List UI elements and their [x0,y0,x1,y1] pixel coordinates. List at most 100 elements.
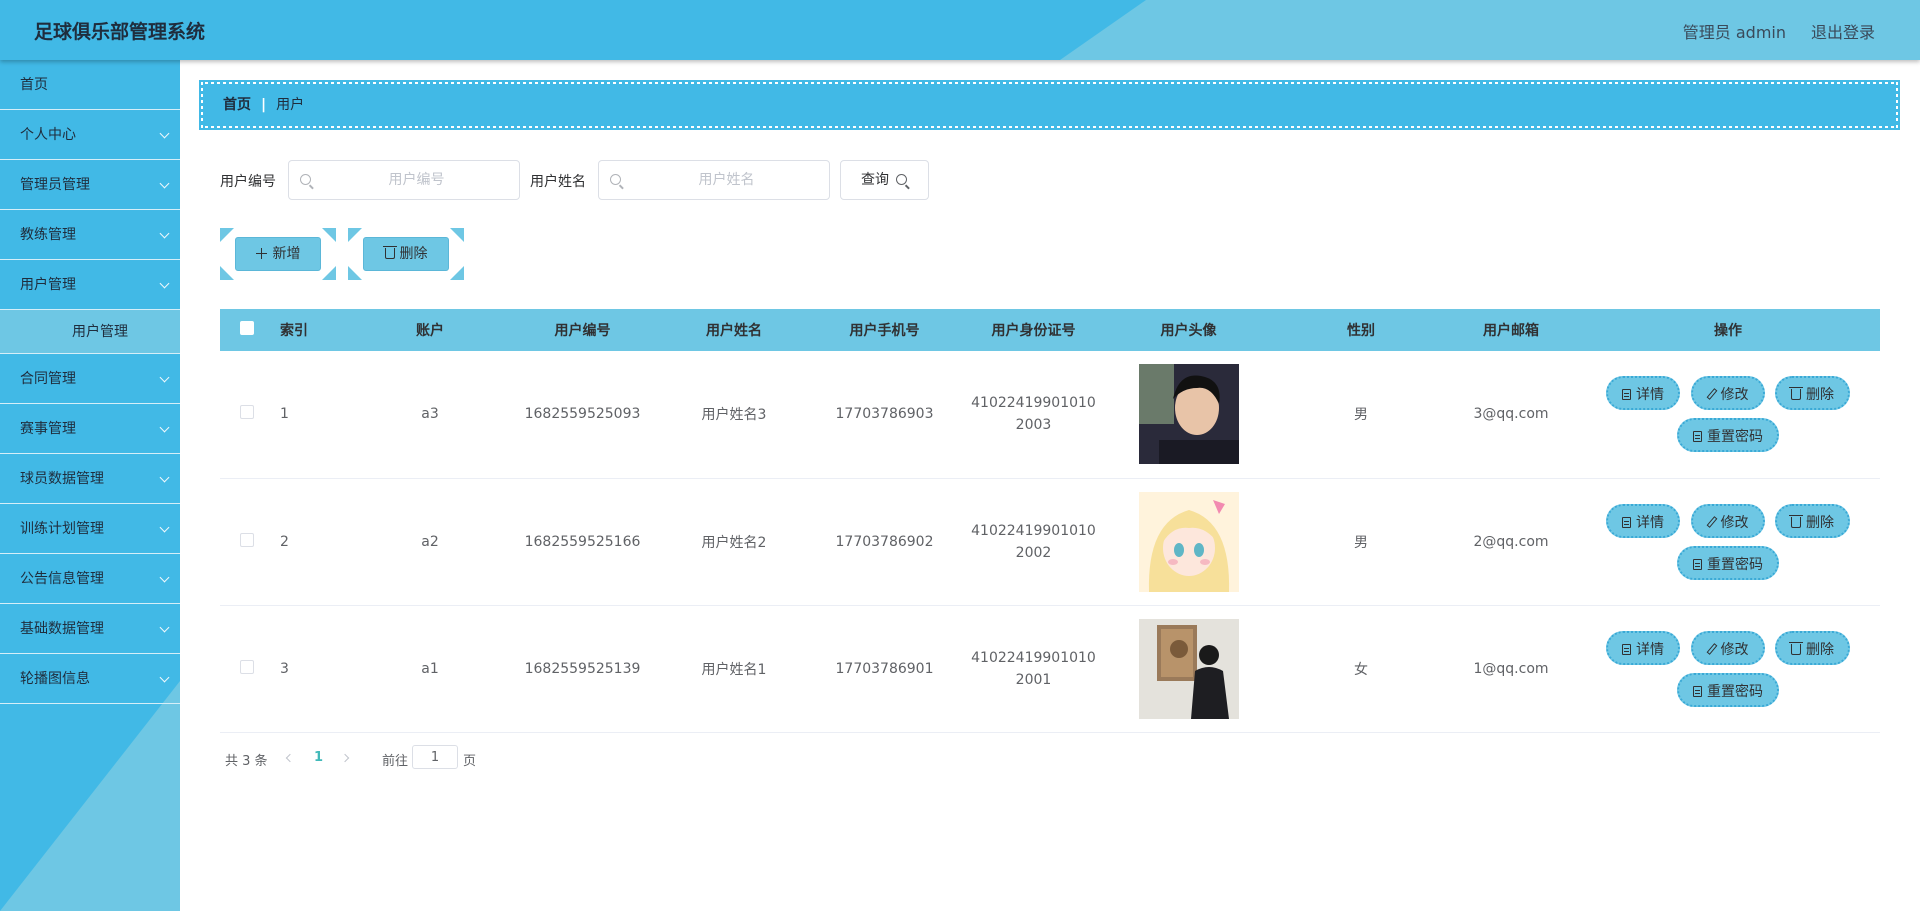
query-button-label: 查询 [861,172,889,188]
chevron-down-icon [159,672,170,683]
chevron-down-icon [159,422,170,433]
detail-label: 详情 [1636,641,1665,658]
sidebar-item-training-plan[interactable]: 训练计划管理 [0,504,180,554]
avatar [1138,364,1239,465]
chevron-down-icon [159,278,170,289]
top-header: 足球俱乐部管理系统 管理员 admin 退出登录 [0,0,1920,60]
row-email: 3@qq.com [1473,406,1549,423]
chevron-down-icon [159,372,170,383]
table-row: 1 a3 1682559525093 用户姓名3 17703786903 410… [220,351,1880,478]
sidebar-item-label: 球员数据管理 [20,471,104,487]
row-gender: 男 [1354,534,1368,551]
chevron-right-icon[interactable] [340,753,350,763]
logout-button[interactable]: 退出登录 [1811,19,1875,43]
sidebar-item-user-management[interactable]: 用户管理 [0,260,180,310]
row-user-code: 1682559525139 [524,660,641,677]
row-actions: 详情 修改 删除 重置密码 [1598,500,1858,584]
sidebar-item-label: 基础数据管理 [20,621,104,637]
row-checkbox[interactable] [240,532,254,547]
row-email: 2@qq.com [1473,533,1549,550]
document-icon [1622,643,1632,655]
row-actions: 详情 修改 删除 重置密码 [1598,372,1858,456]
sidebar-item-label: 用户管理 [20,277,76,293]
detail-label: 详情 [1636,387,1665,404]
column-header: 账户 [416,323,444,339]
sidebar-item-home[interactable]: 首页 [0,60,180,110]
row-index: 1 [280,406,289,423]
chevron-down-icon [159,522,170,533]
breadcrumb-separator: | [261,97,267,113]
sidebar-item-coach-management[interactable]: 教练管理 [0,210,180,260]
query-button[interactable]: 查询 [840,160,929,200]
row-phone: 17703786901 [835,660,934,677]
edit-button[interactable]: 修改 [1690,630,1765,665]
user-name-search-box[interactable] [598,160,830,200]
sidebar-item-basic-data[interactable]: 基础数据管理 [0,604,180,654]
breadcrumb-home[interactable]: 首页 [223,97,251,113]
column-header: 用户邮箱 [1483,323,1539,339]
sidebar-item-player-data[interactable]: 球员数据管理 [0,454,180,504]
row-phone: 17703786902 [835,533,934,550]
row-gender: 女 [1354,661,1368,678]
document-icon [1693,685,1702,697]
detail-button[interactable]: 详情 [1606,376,1681,411]
row-id-card: 410224199010102001 [971,649,1096,688]
edit-button[interactable]: 修改 [1690,376,1765,411]
search-icon [610,174,621,185]
row-checkbox[interactable] [240,659,254,674]
detail-button[interactable]: 详情 [1606,503,1681,538]
delete-button[interactable]: 删除 [1774,503,1850,538]
row-account: a1 [421,660,439,677]
sidebar-subitem-user-management[interactable]: 用户管理 [0,310,180,354]
reset-password-button[interactable]: 重置密码 [1677,672,1779,707]
reset-password-label: 重置密码 [1707,683,1763,700]
select-all-cell [220,309,270,351]
sidebar-item-carousel[interactable]: 轮播图信息 [0,654,180,704]
add-button[interactable]: 新增 [220,228,336,280]
breadcrumb: 首页 | 用户 [199,80,1900,130]
pagination-page-suffix: 页 [463,754,477,769]
sidebar-item-personal-center[interactable]: 个人中心 [0,110,180,160]
user-code-input[interactable] [319,161,514,199]
breadcrumb-current: 用户 [276,97,305,113]
column-header: 用户头像 [1160,323,1217,339]
header-decoration [1060,0,1920,60]
column-header: 索引 [280,323,308,339]
delete-button[interactable]: 删除 [1774,630,1850,665]
select-all-checkbox[interactable] [240,321,254,335]
table-header-row: 索引 账户 用户编号 用户姓名 用户手机号 用户身份证号 用户头像 性别 用户邮… [220,309,1880,351]
pagination-goto-input[interactable] [412,745,458,769]
avatar [1138,618,1239,719]
column-header: 用户编号 [554,323,611,339]
sidebar-item-match-management[interactable]: 赛事管理 [0,404,180,454]
detail-button[interactable]: 详情 [1606,630,1681,665]
row-id-card: 410224199010102003 [971,395,1096,434]
chevron-down-icon [159,572,170,583]
reset-password-button[interactable]: 重置密码 [1677,418,1779,453]
delete-button[interactable]: 删除 [1774,376,1850,411]
pagination-current-page[interactable]: 1 [314,750,323,765]
row-user-name: 用户姓名1 [701,661,767,678]
sidebar: 首页 个人中心 管理员管理 教练管理 用户管理 用户管理 合同管理 赛事管理 球… [0,60,180,911]
edit-label: 修改 [1720,387,1749,404]
search-icon [300,174,311,185]
row-gender: 男 [1354,407,1368,424]
chevron-left-icon[interactable] [285,753,295,763]
chevron-down-icon [159,622,170,633]
admin-label: 管理员 admin [1682,23,1786,42]
document-icon [1693,431,1702,443]
sidebar-item-label: 轮播图信息 [20,671,90,687]
user-code-label: 用户编号 [220,174,276,190]
app-title: 足球俱乐部管理系统 [34,21,206,43]
row-checkbox[interactable] [240,405,254,420]
batch-delete-button[interactable]: 删除 [348,228,464,280]
reset-password-button[interactable]: 重置密码 [1677,545,1779,580]
edit-button[interactable]: 修改 [1690,503,1765,538]
sidebar-item-announcements[interactable]: 公告信息管理 [0,554,180,604]
sidebar-item-admin-management[interactable]: 管理员管理 [0,160,180,210]
user-name-input[interactable] [629,161,824,199]
user-code-search-box[interactable] [288,160,520,200]
delete-label: 删除 [1805,514,1834,531]
chevron-down-icon [159,128,170,139]
sidebar-item-contract-management[interactable]: 合同管理 [0,354,180,404]
